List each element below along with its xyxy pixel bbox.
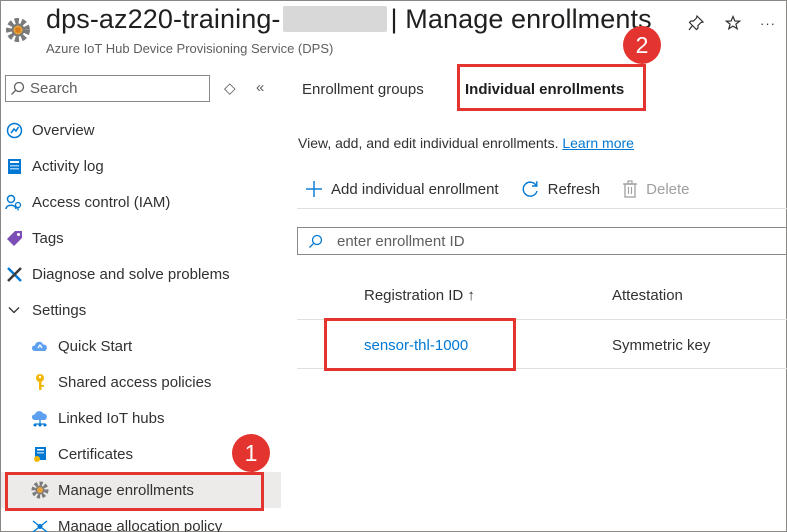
add-individual-enrollment-button[interactable]: Add individual enrollment [305,180,499,198]
nav-item-quick-start[interactable]: Quick Start [1,328,281,364]
allocation-icon [31,517,49,532]
callout-box-manage-enrollments [5,472,264,511]
nav-expand-button[interactable]: ◇ [224,79,236,97]
trash-icon [623,180,638,198]
tab-enrollment-groups[interactable]: Enrollment groups [302,81,424,98]
overview-icon [5,121,23,139]
nav-search-placeholder: Search [30,80,78,97]
learn-more-link[interactable]: Learn more [562,135,634,151]
nav-item-access-control[interactable]: Access control (IAM) [1,184,281,220]
nav-item-label: Overview [32,121,95,139]
callout-badge-2: 2 [623,26,661,64]
enrollment-filter-input[interactable]: enter enrollment ID [297,227,787,255]
linked-hub-icon [31,409,49,427]
add-label: Add individual enrollment [331,180,499,198]
favorite-button[interactable] [723,13,743,33]
command-bar: Add individual enrollment Refresh Delete [305,175,712,203]
nav-item-activity-log[interactable]: Activity log [1,148,281,184]
search-icon [309,234,323,248]
command-bar-divider [297,208,787,209]
page-name: Manage enrollments [405,4,652,34]
description-text: View, add, and edit individual enrollmen… [298,135,559,151]
nav-search-input[interactable]: Search [5,75,210,102]
nav-item-label: Manage allocation policy [58,517,223,532]
title-separator: | [390,4,398,34]
nav-item-linked-hubs[interactable]: Linked IoT hubs [1,400,281,436]
search-icon [11,81,25,95]
star-icon [725,15,741,31]
key-icon [31,373,49,391]
plus-icon [306,181,322,197]
callout-badge-1: 1 [232,434,270,472]
delete-button[interactable]: Delete [622,180,690,198]
column-header-registration-id[interactable]: Registration ID ↑ [364,287,475,304]
page-title: dps-az220-training- | Manage enrollments [46,4,652,35]
pin-button[interactable] [686,13,706,33]
nav-item-diagnose[interactable]: Diagnose and solve problems [1,256,281,292]
pin-icon [688,15,704,31]
certificate-icon [31,445,49,463]
access-control-icon [5,193,23,211]
nav-item-label: Access control (IAM) [32,193,171,211]
nav-item-overview[interactable]: Overview [1,112,281,148]
chevron-down-icon [5,301,23,319]
nav-item-label: Certificates [58,445,134,463]
tag-icon [5,229,23,247]
nav-item-label: Quick Start [58,337,133,355]
nav-group-label: Settings [32,301,87,319]
main-content: Enrollment groups Individual enrollments… [297,63,787,532]
nav-item-shared-access[interactable]: Shared access policies [1,364,281,400]
nav-collapse-button[interactable]: « [256,79,264,96]
refresh-button[interactable]: Refresh [521,180,601,199]
nav-item-label: Tags [32,229,64,247]
attestation-cell: Symmetric key [612,337,711,354]
refresh-icon [522,180,538,197]
nav-item-label: Activity log [32,157,104,175]
column-header-attestation[interactable]: Attestation [612,287,683,304]
nav-item-allocation-policy[interactable]: Manage allocation policy [1,508,281,532]
resource-type-subtitle: Azure IoT Hub Device Provisioning Servic… [46,41,334,56]
nav-item-label: Linked IoT hubs [58,409,165,427]
callout-box-registration-id [324,318,516,371]
nav-item-tags[interactable]: Tags [1,220,281,256]
wrench-icon [5,265,23,283]
activity-log-icon [5,157,23,175]
redacted-suffix [282,6,387,32]
cloud-icon [31,337,49,355]
page-description: View, add, and edit individual enrollmen… [298,135,634,151]
dps-resource-icon [6,18,30,42]
refresh-label: Refresh [547,180,601,198]
delete-label: Delete [646,180,690,198]
resource-name: dps-az220-training- [46,4,281,34]
nav-item-label: Shared access policies [58,373,212,391]
blade-header: dps-az220-training- | Manage enrollments … [1,1,787,63]
nav-item-label: Diagnose and solve problems [32,265,230,283]
filter-placeholder: enter enrollment ID [337,232,465,250]
nav-group-settings[interactable]: Settings [1,292,281,328]
more-button[interactable]: ··· [758,13,778,33]
callout-box-individual-enrollments-tab [457,64,646,111]
